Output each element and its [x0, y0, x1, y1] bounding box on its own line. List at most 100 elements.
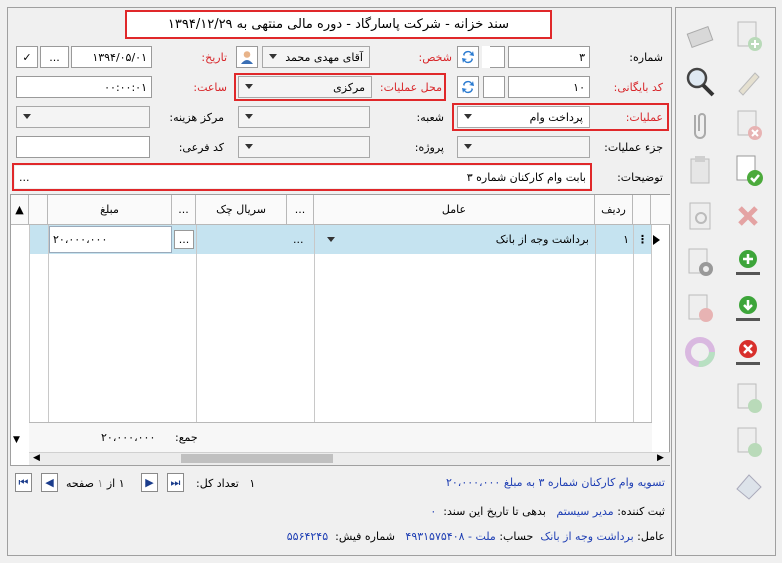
- location-select[interactable]: مرکزی: [238, 76, 372, 98]
- refresh-icon: [462, 80, 474, 94]
- horizontal-scrollbar[interactable]: [29, 452, 670, 465]
- prev-doc-button[interactable]: [727, 422, 769, 462]
- person-label: شخص:: [418, 51, 453, 64]
- op-part-label: جزء عملیات:: [604, 141, 663, 154]
- eraser-button[interactable]: [679, 16, 721, 56]
- row-number: ۱: [623, 233, 629, 246]
- archive-input[interactable]: ۱۰: [508, 76, 590, 98]
- scroll-up-icon[interactable]: ▲: [11, 195, 29, 225]
- page-current: ۱: [97, 477, 104, 490]
- op-part-select[interactable]: [457, 136, 590, 158]
- refresh-person-button[interactable]: [457, 46, 479, 68]
- remove-doc-button[interactable]: [679, 288, 721, 328]
- divider: [196, 225, 197, 451]
- person-select[interactable]: آقای مهدی محمد: [262, 46, 370, 68]
- receipt-value: ۵۵۶۴۲۴۵: [286, 530, 329, 543]
- current-row-arrow-icon: [653, 235, 660, 245]
- number-label: شماره:: [629, 51, 663, 64]
- date-label: تاریخ:: [201, 51, 227, 64]
- cancel-button[interactable]: [727, 196, 769, 236]
- new-document-icon: [737, 21, 762, 51]
- count: ۱ تعداد کل:: [196, 477, 255, 490]
- header-blank: [29, 195, 48, 225]
- next-doc-button[interactable]: [727, 378, 769, 418]
- prev-page-button[interactable]: ◀: [41, 473, 58, 492]
- agent-info: عامل: برداشت وجه از بانک حساب: ملت - ۴۹۳…: [287, 530, 665, 543]
- header-more-2[interactable]: ...: [287, 195, 314, 225]
- row-amount-more-button[interactable]: ...: [174, 230, 194, 249]
- description-label: توضیحات:: [617, 171, 663, 184]
- eraser-icon: [686, 26, 714, 48]
- debt-value: ۰: [430, 505, 437, 518]
- operation-value: پرداخت وام: [529, 110, 583, 124]
- divider: [48, 225, 49, 451]
- delete-document-button[interactable]: [727, 105, 769, 145]
- divider: [633, 225, 634, 451]
- first-page-button[interactable]: ⏮: [15, 473, 32, 492]
- operation-label: عملیات:: [625, 111, 663, 124]
- refresh-location-button[interactable]: [457, 76, 479, 98]
- header-agent[interactable]: عامل: [314, 195, 595, 225]
- number-input[interactable]: ۳: [508, 46, 590, 68]
- chevron-down-icon: [464, 114, 472, 119]
- account-label: حساب:: [499, 530, 534, 543]
- scroll-right-icon[interactable]: ▶: [657, 453, 664, 463]
- agent-value: برداشت وجه از بانک: [540, 530, 634, 543]
- checkmark-icon: ✓: [22, 50, 32, 64]
- preview-button[interactable]: [679, 196, 721, 236]
- subcode-input[interactable]: [16, 136, 150, 158]
- next-page-button[interactable]: ▶: [141, 473, 158, 492]
- divider: [651, 225, 652, 451]
- date-input[interactable]: ۱۳۹۴/۰۵/۰۱: [71, 46, 152, 68]
- clipboard-icon: [690, 156, 710, 184]
- color-wheel-icon: [685, 337, 715, 367]
- date-check[interactable]: ✓: [16, 46, 38, 68]
- delete-row-button[interactable]: [727, 332, 769, 372]
- receipt-label: شماره فیش:: [335, 530, 395, 543]
- archive-aux[interactable]: [483, 76, 505, 98]
- row-amount: ۲۰،۰۰۰،۰۰۰: [53, 233, 108, 246]
- page-of: ۱ از ۱ صفحه: [66, 477, 125, 490]
- header-amount[interactable]: مبلغ: [48, 195, 172, 225]
- color-button[interactable]: [679, 332, 721, 372]
- add-row-button[interactable]: [727, 242, 769, 282]
- description-input[interactable]: بابت وام کارکنان شماره ۳...: [15, 166, 590, 188]
- scrollbar-thumb[interactable]: [181, 454, 333, 463]
- new-document-button[interactable]: [727, 16, 769, 56]
- date-more-button[interactable]: ...: [40, 46, 69, 68]
- scroll-down-icon[interactable]: ▼: [13, 435, 20, 445]
- confirm-button[interactable]: [727, 150, 769, 190]
- insert-row-button[interactable]: [727, 288, 769, 328]
- registrar-value: مدیر سیستم: [556, 505, 614, 518]
- count-label: تعداد کل:: [196, 477, 239, 490]
- print-button[interactable]: [727, 466, 769, 506]
- paste-button[interactable]: [679, 150, 721, 190]
- settings-button[interactable]: [679, 242, 721, 282]
- header-row[interactable]: ردیف: [595, 195, 633, 225]
- header-serial[interactable]: سریال چک: [196, 195, 287, 225]
- row-drag-handle[interactable]: ⋮: [637, 225, 648, 254]
- branch-select[interactable]: [238, 106, 370, 128]
- location-label: محل عملیات:: [379, 81, 442, 94]
- search-button[interactable]: [679, 62, 721, 102]
- chevron-down-icon: [245, 114, 253, 119]
- attach-button[interactable]: [679, 105, 721, 145]
- last-page-button[interactable]: ⏭: [167, 473, 184, 492]
- chevron-down-icon[interactable]: [327, 237, 335, 242]
- debt-label: بدهی تا تاریخ این سند:: [443, 505, 546, 518]
- cost-center-select[interactable]: [16, 106, 150, 128]
- description-value: بابت وام کارکنان شماره ۳: [466, 170, 586, 184]
- sum-value: ۲۰،۰۰۰،۰۰۰: [101, 430, 156, 444]
- operation-select[interactable]: پرداخت وام: [457, 106, 590, 128]
- edit-button[interactable]: [727, 62, 769, 102]
- person-avatar-button[interactable]: [236, 46, 258, 68]
- gear-icon: [688, 248, 713, 276]
- project-select[interactable]: [238, 136, 370, 158]
- pencil-icon: [738, 72, 760, 96]
- scroll-left-icon[interactable]: ◀: [33, 453, 40, 463]
- row-serial-more[interactable]: ...: [293, 225, 304, 254]
- header-more-1[interactable]: ...: [172, 195, 196, 225]
- row-agent[interactable]: برداشت وجه از بانک: [496, 225, 589, 254]
- delete-document-icon: [737, 110, 762, 140]
- time-input[interactable]: ۰۰:۰۰:۰۱: [16, 76, 152, 98]
